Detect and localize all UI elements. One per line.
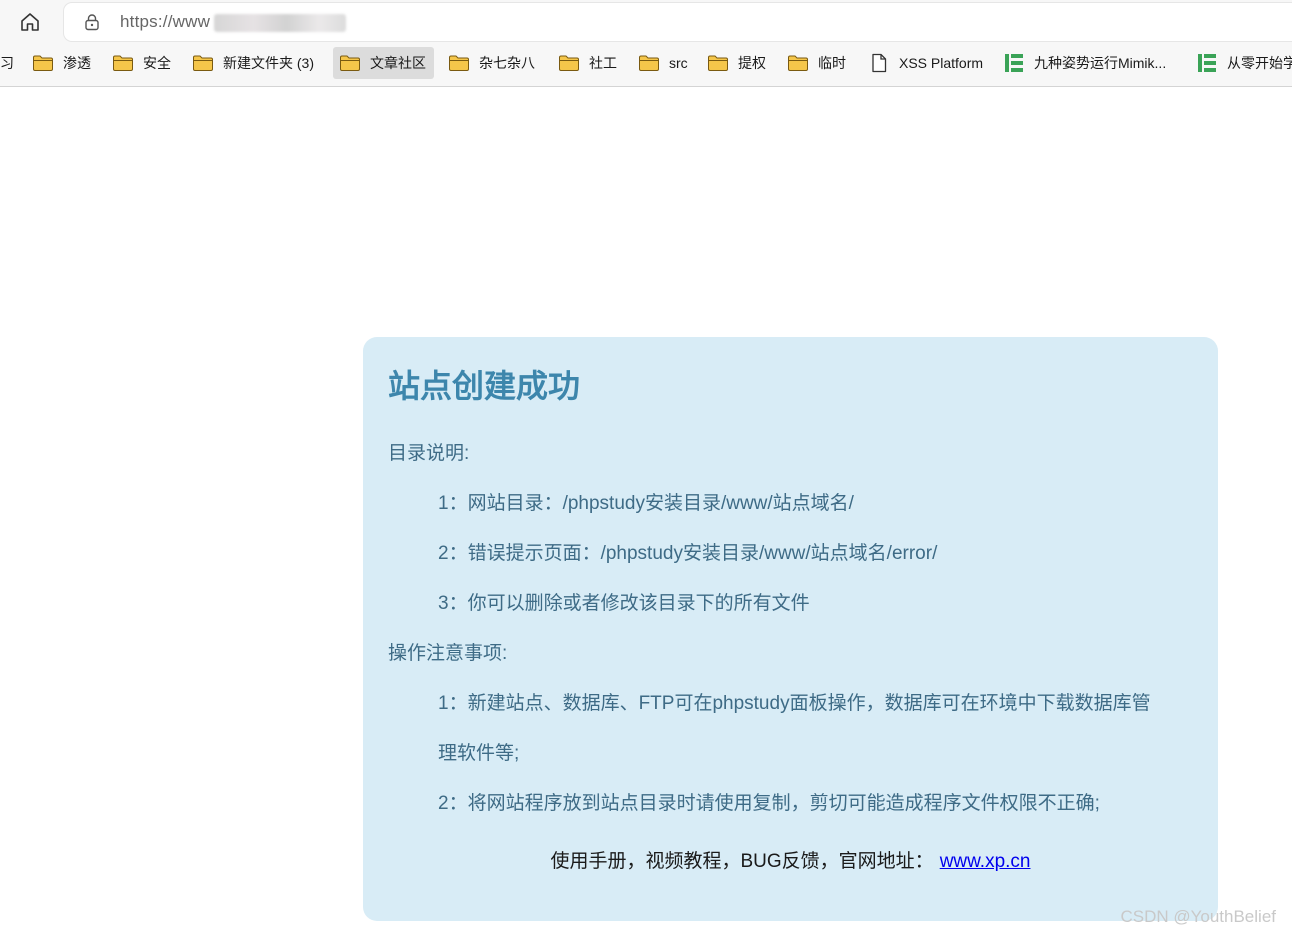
folder-icon bbox=[192, 54, 214, 72]
folder-icon bbox=[638, 54, 660, 72]
bookmark-label: 新建文件夹 (3) bbox=[223, 55, 314, 71]
folder-icon bbox=[339, 54, 361, 72]
bookmark-folder-active[interactable]: 文章社区 bbox=[333, 47, 434, 79]
bookmark-label: 从零开始学 bbox=[1227, 55, 1292, 71]
bookmark-folder[interactable]: 提权 bbox=[707, 47, 766, 79]
directory-item: 2：错误提示页面：/phpstudy安装目录/www/站点域名/error/ bbox=[438, 543, 938, 564]
site-created-card: 站点创建成功 目录说明: 1：网站目录：/phpstudy安装目录/www/站点… bbox=[363, 337, 1218, 921]
bookmarks-bar: 习 渗透 安全 新建文件夹 (3) 文章社区 杂七杂八 社工 src 提权 临时 bbox=[0, 44, 1292, 87]
official-site-link[interactable]: www.xp.cn bbox=[940, 851, 1031, 872]
bookmark-label: 临时 bbox=[818, 55, 846, 71]
folder-icon bbox=[112, 54, 134, 72]
home-button[interactable] bbox=[14, 6, 46, 38]
browser-toolbar: https://www bbox=[0, 0, 1292, 44]
bookmark-folder[interactable]: 安全 bbox=[112, 47, 171, 79]
notes-item: 2：将网站程序放到站点目录时请使用复制，剪切可能造成程序文件权限不正确; bbox=[438, 793, 1100, 814]
folder-icon bbox=[787, 54, 809, 72]
bookmark-folder[interactable]: 渗透 bbox=[32, 47, 91, 79]
page-icon bbox=[868, 53, 890, 73]
notes-item-continued: 理软件等; bbox=[438, 743, 520, 764]
bookmark-label: 习 bbox=[0, 55, 14, 71]
bookmark-folder[interactable]: 新建文件夹 (3) bbox=[192, 47, 314, 79]
footer-text: 使用手册，视频教程，BUG反馈，官网地址： bbox=[550, 851, 934, 872]
notes-heading: 操作注意事项: bbox=[388, 643, 508, 664]
bookmark-label: 安全 bbox=[143, 55, 171, 71]
address-bar[interactable]: https://www bbox=[64, 3, 1292, 41]
footer-links: 使用手册，视频教程，BUG反馈，官网地址： www.xp.cn bbox=[363, 846, 1218, 873]
directory-item: 1：网站目录：/phpstudy安装目录/www/站点域名/ bbox=[438, 493, 854, 514]
bookmark-label: 社工 bbox=[589, 55, 617, 71]
folder-icon bbox=[448, 54, 470, 72]
url-redacted bbox=[214, 14, 346, 32]
bookmark-label: 渗透 bbox=[63, 55, 91, 71]
watermark: CSDN @YouthBelief bbox=[1120, 907, 1276, 926]
directory-heading: 目录说明: bbox=[388, 443, 470, 464]
lock-icon[interactable] bbox=[82, 12, 102, 32]
directory-item: 3：你可以删除或者修改该目录下的所有文件 bbox=[438, 593, 810, 614]
bookmark-site[interactable]: 从零开始学 bbox=[1196, 47, 1292, 79]
page-title: 站点创建成功 bbox=[388, 368, 581, 404]
bookmark-site[interactable]: 九种姿势运行Mimik... bbox=[1003, 47, 1166, 79]
bookmark-label: 杂七杂八 bbox=[479, 55, 535, 71]
bookmark-label: src bbox=[669, 55, 688, 71]
folder-icon bbox=[558, 54, 580, 72]
site-logo-icon bbox=[1196, 54, 1218, 72]
folder-icon bbox=[707, 54, 729, 72]
bookmark-folder[interactable]: 社工 bbox=[558, 47, 617, 79]
folder-icon bbox=[32, 54, 54, 72]
bookmark-folder[interactable]: 临时 bbox=[787, 47, 846, 79]
bookmark-label: XSS Platform bbox=[899, 55, 984, 71]
url-text[interactable]: https://www bbox=[120, 12, 210, 32]
bookmark-label: 九种姿势运行Mimik... bbox=[1034, 55, 1167, 71]
site-logo-icon bbox=[1003, 54, 1025, 72]
bookmark-folder[interactable]: src bbox=[638, 47, 688, 79]
bookmark-label: 文章社区 bbox=[370, 55, 426, 71]
bookmark-folder[interactable]: 杂七杂八 bbox=[448, 47, 535, 79]
bookmark-item[interactable]: 习 bbox=[0, 47, 14, 79]
bookmark-label: 提权 bbox=[738, 55, 766, 71]
notes-item: 1：新建站点、数据库、FTP可在phpstudy面板操作，数据库可在环境中下载数… bbox=[438, 693, 1151, 714]
bookmark-page[interactable]: XSS Platform bbox=[868, 47, 983, 79]
home-icon bbox=[21, 13, 39, 31]
